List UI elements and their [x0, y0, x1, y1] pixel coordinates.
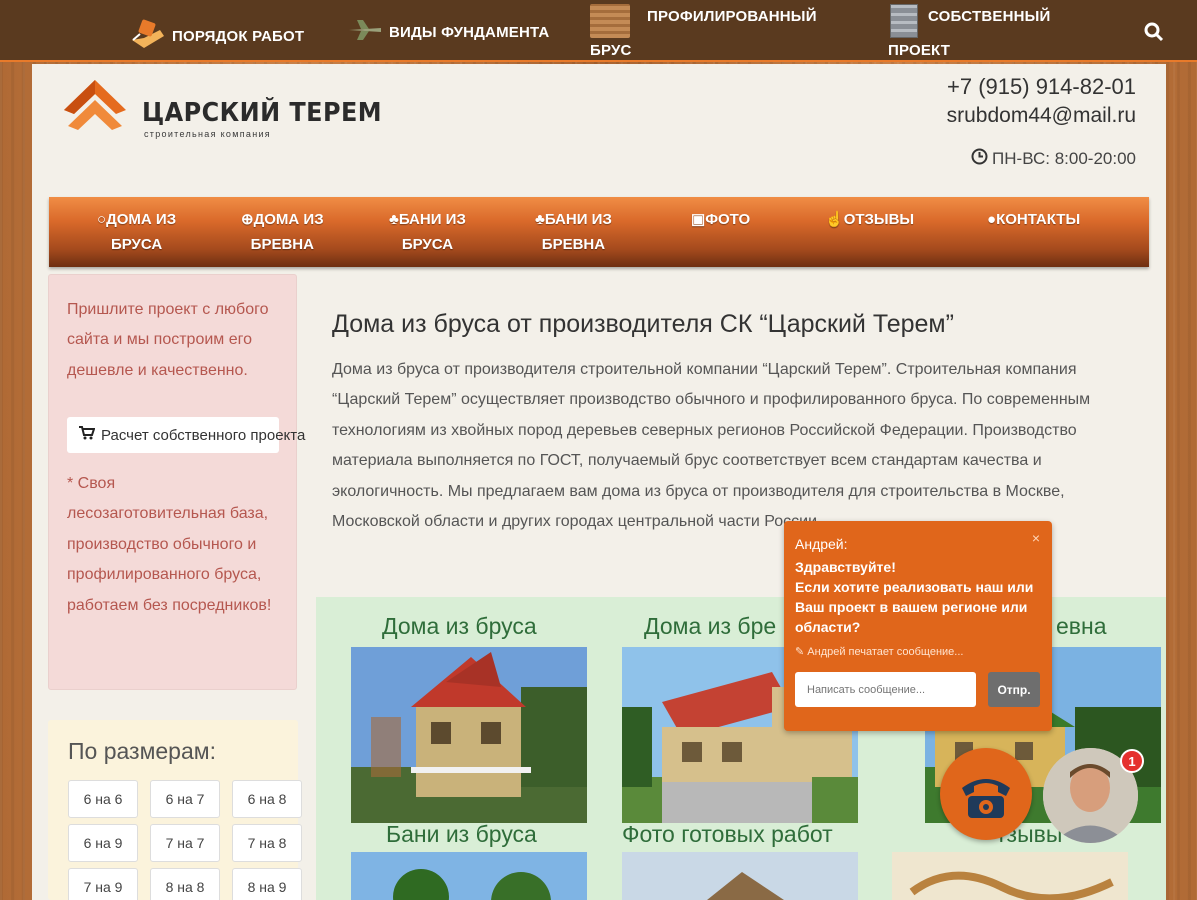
pencil-icon: ✎ [795, 646, 805, 658]
topnav-label-line1: СОБСТВЕННЫЙ [928, 8, 1051, 25]
nav-reviews[interactable]: ☝ОТЗЫВЫ [825, 207, 914, 232]
money-hand-icon [130, 18, 166, 54]
search-icon[interactable] [1144, 22, 1164, 47]
nav-label-line1: ДОМА ИЗ [253, 211, 324, 228]
clock-icon [971, 148, 988, 170]
nav-houses-log[interactable]: ⊕ДОМА ИЗ БРЕВНА [241, 207, 324, 257]
main-navigation: ○ДОМА ИЗ БРУСА ⊕ДОМА ИЗ БРЕВНА ♣БАНИ ИЗ … [49, 197, 1149, 267]
fire-icon: ♣ [535, 211, 545, 228]
logo-emblem-icon [64, 80, 126, 130]
size-button[interactable]: 8 на 9 [232, 868, 302, 900]
notification-badge: 1 [1120, 749, 1144, 773]
catalog-title-photos[interactable]: Фото готовых работ [622, 821, 833, 848]
chat-message-text: Если хотите реализовать наш или Ваш прое… [795, 579, 1034, 635]
topnav-label-line2: БРУС [590, 42, 632, 59]
page-title: Дома из бруса от производителя СК “Царск… [332, 310, 954, 338]
chat-agent-name: Андрей: [795, 536, 848, 552]
building-icon [890, 4, 918, 38]
nav-houses-timber[interactable]: ○ДОМА ИЗ БРУСА [97, 207, 176, 257]
topnav-label: ПОРЯДОК РАБОТ [172, 27, 305, 45]
nav-label-line2: БРУСА [401, 236, 454, 253]
logo-title: ЦАРСКИЙ ТЕРЕМ [142, 98, 383, 128]
nav-saunas-timber[interactable]: ♣БАНИ ИЗ БРУСА [389, 207, 466, 257]
close-icon[interactable]: × [1032, 530, 1040, 546]
nav-saunas-log[interactable]: ♣БАНИ ИЗ БРЕВНА [535, 207, 612, 257]
topnav-label-line1: ПРОФИЛИРОВАННЫЙ [647, 8, 817, 25]
sizes-title: По размерам: [68, 738, 216, 764]
calc-project-label: Расчет собственного проекта [101, 426, 306, 444]
topnav-item-foundation[interactable]: ВИДЫ ФУНДАМЕНТА [347, 18, 549, 46]
logo[interactable] [60, 74, 130, 149]
nav-label-line1: БАНИ ИЗ [398, 211, 466, 228]
nav-photo[interactable]: ▣ФОТО [691, 207, 750, 232]
nav-label: КОНТАКТЫ [996, 211, 1081, 228]
size-button[interactable]: 6 на 7 [150, 780, 220, 818]
catalog-image-photos[interactable] [622, 852, 858, 900]
size-button[interactable]: 6 на 6 [68, 780, 138, 818]
chat-message-input[interactable] [795, 672, 976, 707]
fire-icon: ♣ [389, 211, 399, 228]
catalog-title-saunas-log[interactable]: евна [1056, 613, 1107, 640]
chat-typing-text: Андрей печатает сообщение... [807, 646, 964, 658]
chat-typing-indicator: ✎ Андрей печатает сообщение... [795, 645, 963, 658]
size-button[interactable]: 7 на 9 [68, 868, 138, 900]
top-navigation-bar: ПОРЯДОК РАБОТ ВИДЫ ФУНДАМЕНТА ПРОФИЛИРОВ… [0, 0, 1197, 62]
nav-label-line2: БРЕВНА [250, 236, 314, 253]
nav-label-line2: БРУСА [110, 236, 163, 253]
house-circle-icon: ○ [97, 211, 107, 228]
promo-text: Пришлите проект с любого сайта и мы пост… [67, 301, 269, 379]
chat-message-greeting: Здравствуйте! [795, 559, 896, 575]
nav-label: ФОТО [705, 211, 751, 228]
promo-note: * Своя лесозаготовительная база, произво… [67, 475, 272, 614]
chat-send-button[interactable]: Отпр. [988, 672, 1040, 707]
topnav-label-line2: ПРОЕКТ [888, 42, 951, 59]
working-hours: ПН-ВС: 8:00-20:00 [971, 148, 1136, 170]
nav-label: ОТЗЫВЫ [843, 211, 915, 228]
logo-subtitle: строительная компания [144, 129, 271, 139]
chat-popup: Андрей: × Здравствуйте! Если хотите реал… [784, 521, 1052, 731]
size-button[interactable]: 8 на 8 [150, 868, 220, 900]
size-button[interactable]: 7 на 8 [232, 824, 302, 862]
nav-label-line1: БАНИ ИЗ [544, 211, 612, 228]
topnav-label: ВИДЫ ФУНДАМЕНТА [389, 23, 550, 41]
nav-label-line2: БРЕВНА [541, 236, 606, 253]
article-body: Дома из бруса от производителя строитель… [332, 361, 1091, 531]
topnav-item-order[interactable]: ПОРЯДОК РАБОТ [130, 18, 304, 54]
timber-icon [590, 4, 630, 38]
telephone-icon [962, 779, 1010, 818]
user-icon: ● [987, 211, 997, 228]
plane-icon [347, 18, 383, 46]
nav-contacts[interactable]: ●КОНТАКТЫ [987, 207, 1080, 232]
phone-link[interactable]: +7 (915) 914-82-01 [947, 74, 1136, 100]
catalog-image-saunas-timber[interactable] [351, 852, 587, 900]
callback-button[interactable] [940, 748, 1032, 840]
catalog-title-saunas-timber[interactable]: Бани из бруса [386, 821, 537, 848]
thumbs-up-icon: ☝ [825, 211, 844, 228]
sizes-filter: По размерам: 6 на 6 6 на 7 6 на 8 6 на 9… [48, 720, 302, 900]
size-button[interactable]: 6 на 9 [68, 824, 138, 862]
size-button[interactable]: 7 на 7 [150, 824, 220, 862]
cart-icon [79, 426, 96, 444]
plus-circle-icon: ⊕ [241, 211, 254, 228]
size-button[interactable]: 6 на 8 [232, 780, 302, 818]
catalog-title-houses-timber[interactable]: Дома из бруса [382, 613, 537, 640]
sidebar-promo: Пришлите проект с любого сайта и мы пост… [48, 274, 305, 690]
catalog-image-reviews[interactable] [892, 852, 1128, 900]
catalog-image-houses-timber[interactable] [351, 647, 587, 823]
hours-text: ПН-ВС: 8:00-20:00 [992, 149, 1136, 168]
email-link[interactable]: srubdom44@mail.ru [947, 104, 1136, 128]
picture-icon: ▣ [691, 211, 706, 228]
calc-project-button[interactable]: Расчет собственного проекта [67, 417, 305, 453]
catalog-title-houses-log[interactable]: Дома из бре [644, 613, 776, 640]
chat-message: Здравствуйте! Если хотите реализовать на… [795, 557, 1040, 637]
nav-label-line1: ДОМА ИЗ [106, 211, 177, 228]
